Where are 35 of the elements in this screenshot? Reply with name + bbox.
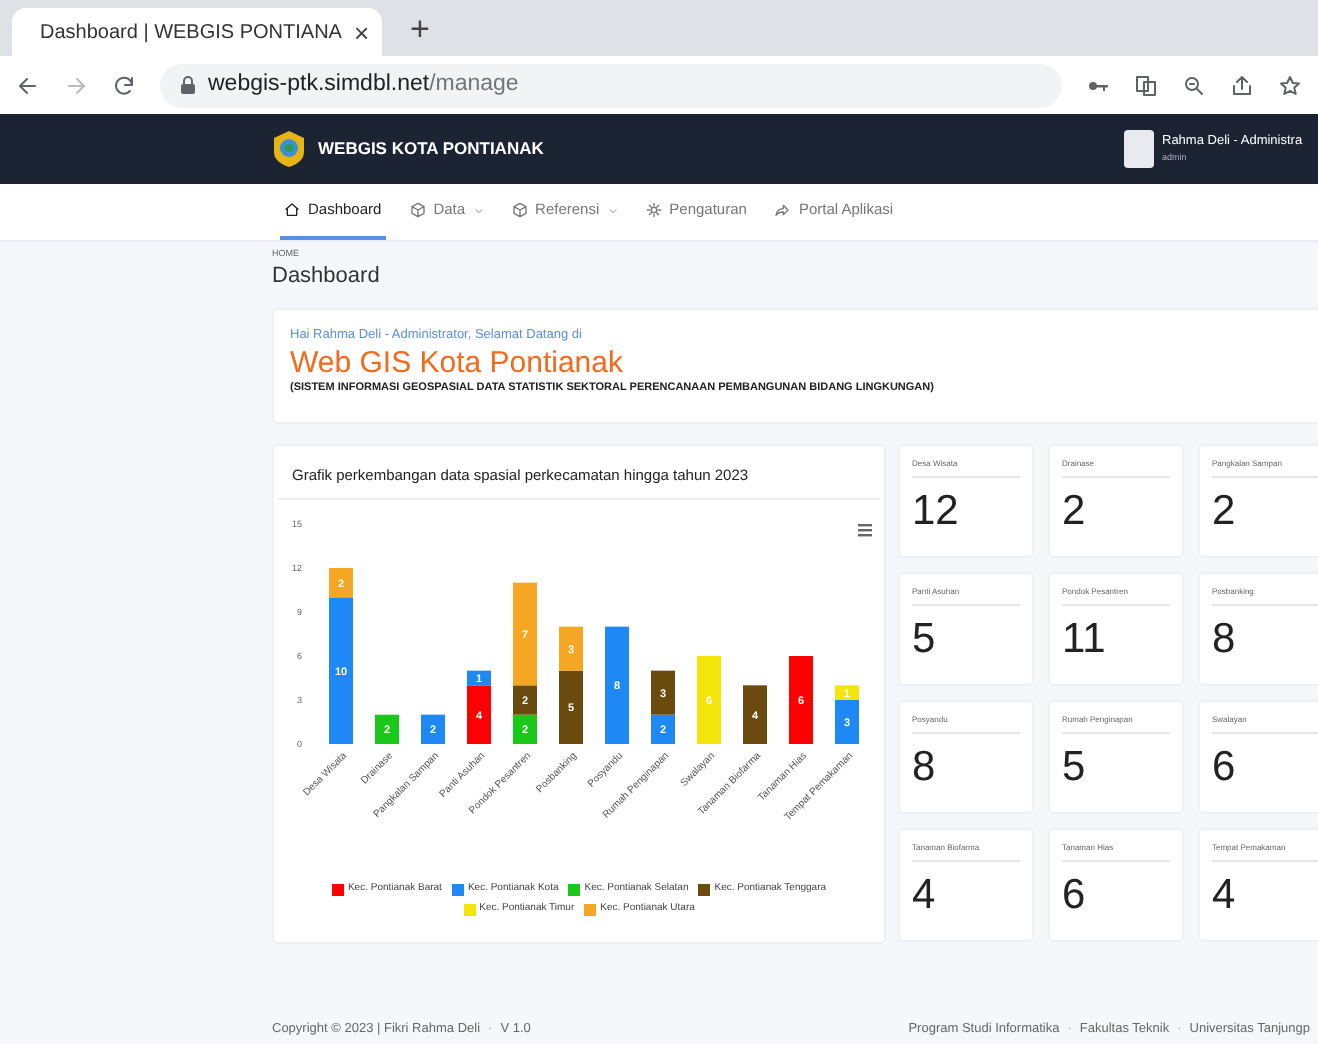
close-button[interactable]: × (353, 19, 370, 45)
stat-value: 4 (1212, 874, 1238, 917)
gear-icon (645, 202, 662, 218)
stat-value: 6 (1062, 874, 1088, 917)
stat-value: 11 (1062, 617, 1108, 660)
zoom-icon[interactable] (1182, 73, 1206, 97)
stat-value: 2 (1212, 489, 1238, 531)
cube-icon (511, 202, 528, 218)
stat-value: 12 (912, 489, 961, 531)
page-title: Dashboard (272, 265, 382, 287)
browser-tab[interactable]: Dashboard | WEBGIS PONTIANA × (12, 8, 382, 56)
stat-value: 4 (912, 874, 938, 917)
stat-value: 8 (912, 746, 938, 788)
reload-icon[interactable] (112, 73, 136, 97)
stat-value: 8 (1212, 617, 1238, 660)
star-icon[interactable] (1278, 73, 1302, 97)
address-field[interactable]: webgis-ptk.simdbl.net/manage (160, 63, 1062, 107)
stat-value: 2 (1062, 489, 1088, 531)
stat-value: 6 (1212, 746, 1238, 788)
emblem-icon (272, 130, 306, 168)
lock-icon (180, 76, 196, 94)
new-tab-button[interactable]: + (410, 12, 430, 46)
menu-icon[interactable] (858, 523, 872, 536)
back-icon[interactable] (16, 73, 40, 97)
stat-value: 5 (1062, 746, 1088, 788)
tab-title: Dashboard | WEBGIS PONTIANA (40, 19, 342, 47)
share-arrow-icon (774, 202, 791, 218)
translate-icon[interactable] (1134, 73, 1158, 97)
share-icon[interactable] (1230, 73, 1254, 97)
brand-title[interactable]: WEBGIS KOTA PONTIANAK (318, 136, 544, 162)
cube-icon (409, 202, 426, 218)
home-icon (284, 202, 300, 218)
url-text: webgis-ptk.simdbl.net/manage (208, 69, 519, 100)
welcome-title: Web GIS Kota Pontianak (290, 348, 625, 378)
stat-value: 5 (912, 617, 938, 660)
